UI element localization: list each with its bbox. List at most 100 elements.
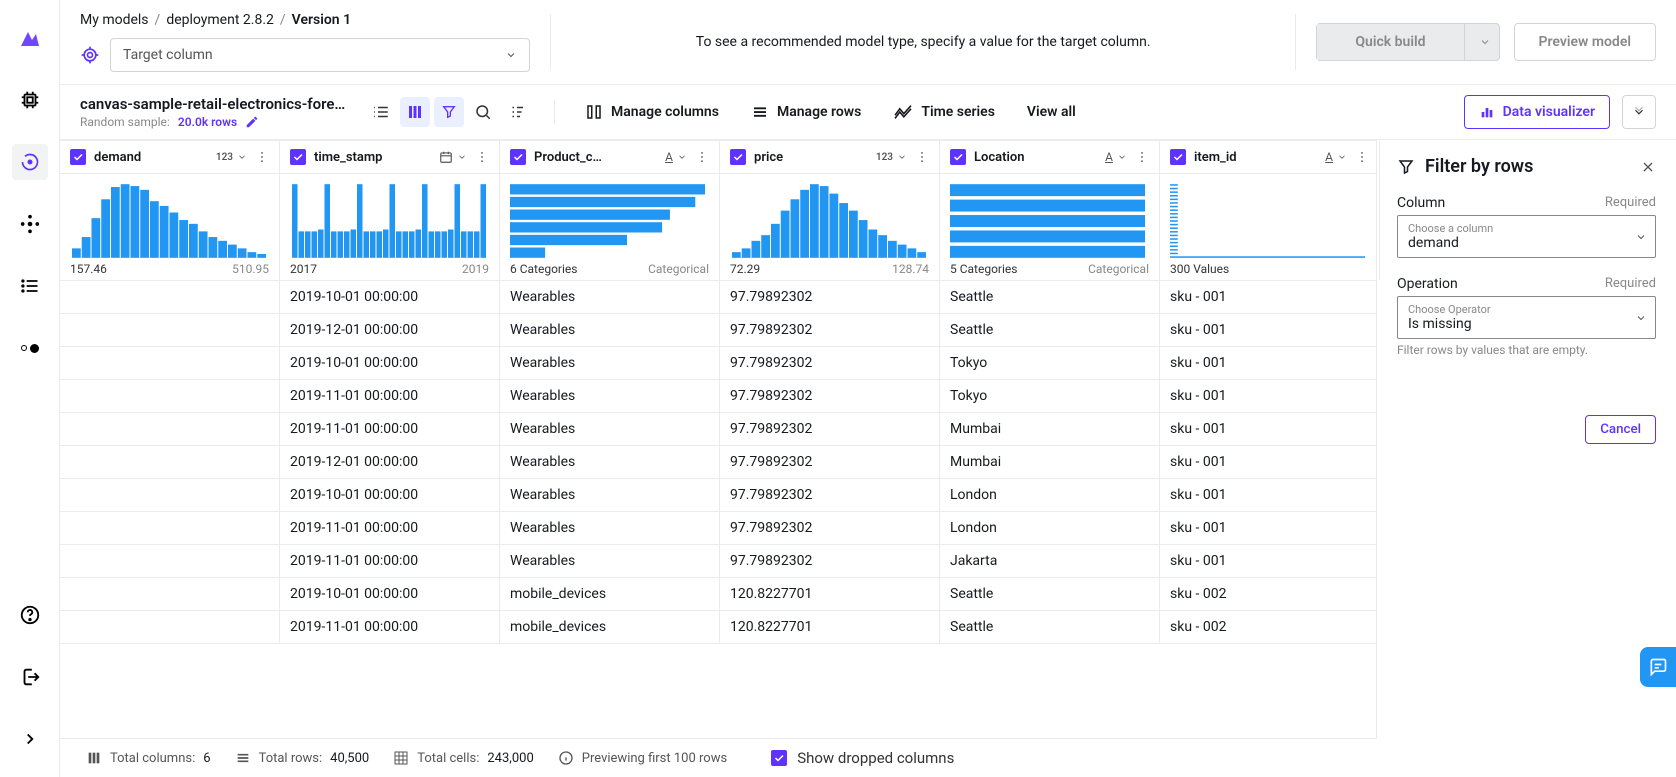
list-view-icon[interactable] bbox=[366, 97, 396, 127]
column-menu-icon[interactable] bbox=[475, 150, 489, 164]
logout-icon[interactable] bbox=[12, 659, 48, 695]
sort-icon[interactable] bbox=[502, 97, 532, 127]
help-icon[interactable] bbox=[12, 597, 48, 633]
edit-icon[interactable] bbox=[245, 115, 259, 129]
checkbox-checked-icon[interactable] bbox=[510, 149, 526, 165]
column-menu-icon[interactable] bbox=[255, 150, 269, 164]
manage-columns-button[interactable]: Manage columns bbox=[577, 99, 727, 125]
show-dropped-toggle[interactable]: Show dropped columns bbox=[771, 749, 954, 767]
column-type-icon[interactable]: A bbox=[1325, 150, 1347, 164]
table-cell: 2019-12-01 00:00:00 bbox=[280, 314, 500, 346]
close-icon[interactable] bbox=[1640, 159, 1656, 175]
table-row[interactable]: 2019-11-01 00:00:00Wearables97.79892302M… bbox=[60, 413, 1376, 446]
table-row[interactable]: 2019-12-01 00:00:00Wearables97.79892302M… bbox=[60, 446, 1376, 479]
view-all-label: View all bbox=[1027, 104, 1076, 120]
table-row[interactable]: 2019-10-01 00:00:00Wearables97.79892302T… bbox=[60, 347, 1376, 380]
search-icon[interactable] bbox=[468, 97, 498, 127]
column-type-icon[interactable]: A bbox=[1105, 150, 1127, 164]
dots-status-icon[interactable] bbox=[12, 330, 48, 366]
breadcrumb-item[interactable]: My models bbox=[80, 12, 149, 28]
checkbox-checked-icon[interactable] bbox=[290, 149, 306, 165]
table-row[interactable]: 2019-12-01 00:00:00Wearables97.79892302S… bbox=[60, 314, 1376, 347]
app-logo-icon[interactable] bbox=[12, 20, 48, 56]
required-label: Required bbox=[1605, 276, 1656, 292]
help-text: Filter rows by values that are empty. bbox=[1397, 343, 1656, 357]
data-visualizer-label: Data visualizer bbox=[1503, 104, 1595, 120]
column-chart: 6 CategoriesCategorical bbox=[500, 174, 720, 280]
column-menu-icon[interactable] bbox=[1355, 150, 1369, 164]
sample-rows[interactable]: 20.0k rows bbox=[178, 115, 237, 129]
network-icon[interactable] bbox=[12, 206, 48, 242]
table-cell bbox=[60, 611, 280, 643]
target-column-select[interactable]: Target column bbox=[110, 38, 530, 72]
breadcrumb-current: Version 1 bbox=[292, 12, 351, 28]
data-table: demand 123 time_stamp Product_c… A price… bbox=[60, 140, 1376, 739]
table-cell: 120.8227701 bbox=[720, 611, 940, 643]
refresh-icon[interactable] bbox=[12, 144, 48, 180]
table-row[interactable]: 2019-11-01 00:00:00mobile_devices120.822… bbox=[60, 611, 1376, 644]
checkbox-checked-icon[interactable] bbox=[730, 149, 746, 165]
table-row[interactable]: 2019-11-01 00:00:00Wearables97.79892302L… bbox=[60, 512, 1376, 545]
breadcrumb-item[interactable]: deployment 2.8.2 bbox=[166, 12, 274, 28]
table-cell: Tokyo bbox=[940, 347, 1160, 379]
main-content: My models / deployment 2.8.2 / Version 1… bbox=[60, 0, 1676, 777]
checkbox-checked-icon[interactable] bbox=[950, 149, 966, 165]
column-header[interactable]: demand 123 bbox=[60, 141, 279, 173]
quick-build-label: Quick build bbox=[1317, 24, 1464, 60]
column-header[interactable]: price 123 bbox=[720, 141, 939, 173]
table-row[interactable]: 2019-10-01 00:00:00Wearables97.79892302S… bbox=[60, 281, 1376, 314]
preview-model-button[interactable]: Preview model bbox=[1514, 23, 1656, 61]
chart-min: 157.46 bbox=[70, 262, 107, 276]
target-placeholder: Target column bbox=[123, 47, 213, 63]
table-cell bbox=[60, 578, 280, 610]
column-select[interactable]: Choose a column demand bbox=[1397, 215, 1656, 258]
table-cell: Seattle bbox=[940, 611, 1160, 643]
grid-icon bbox=[393, 750, 409, 766]
view-all-button[interactable]: View all bbox=[1019, 100, 1084, 124]
checkbox-checked-icon[interactable] bbox=[70, 149, 86, 165]
grid-view-icon[interactable] bbox=[400, 97, 430, 127]
table-cell: sku - 001 bbox=[1160, 479, 1376, 511]
column-menu-icon[interactable] bbox=[695, 150, 709, 164]
checkbox-checked-icon[interactable] bbox=[1170, 149, 1186, 165]
column-type-icon[interactable] bbox=[439, 150, 467, 164]
column-header[interactable]: time_stamp bbox=[280, 141, 499, 173]
table-row[interactable]: 2019-11-01 00:00:00Wearables97.79892302J… bbox=[60, 545, 1376, 578]
table-row[interactable]: 2019-10-01 00:00:00Wearables97.79892302L… bbox=[60, 479, 1376, 512]
rows-icon bbox=[751, 103, 769, 121]
column-menu-icon[interactable] bbox=[915, 150, 929, 164]
chat-fab-icon[interactable] bbox=[1640, 647, 1676, 687]
columns-icon bbox=[585, 103, 603, 121]
sample-label: Random sample: bbox=[80, 115, 170, 129]
manage-rows-button[interactable]: Manage rows bbox=[743, 99, 869, 125]
table-row[interactable]: 2019-10-01 00:00:00mobile_devices120.822… bbox=[60, 578, 1376, 611]
cancel-button[interactable]: Cancel bbox=[1585, 415, 1656, 444]
column-type-icon[interactable]: 123 bbox=[876, 152, 907, 163]
column-header[interactable]: Location A bbox=[940, 141, 1159, 173]
table-cell: 97.79892302 bbox=[720, 281, 940, 313]
table-cell: sku - 002 bbox=[1160, 578, 1376, 610]
table-row[interactable]: 2019-11-01 00:00:00Wearables97.79892302T… bbox=[60, 380, 1376, 413]
chart-min: 5 Categories bbox=[950, 262, 1017, 276]
column-name: Product_c… bbox=[534, 150, 657, 165]
column-menu-icon[interactable] bbox=[1135, 150, 1149, 164]
total-columns: Total columns:6 bbox=[86, 750, 211, 766]
breadcrumb-sep: / bbox=[155, 12, 161, 28]
column-header[interactable]: item_id A bbox=[1160, 141, 1379, 173]
show-dropped-label: Show dropped columns bbox=[797, 749, 954, 767]
data-visualizer-button[interactable]: Data visualizer bbox=[1464, 95, 1610, 129]
operation-select[interactable]: Choose Operator Is missing bbox=[1397, 296, 1656, 339]
total-cells: Total cells:243,000 bbox=[393, 750, 534, 766]
chip-icon[interactable] bbox=[12, 82, 48, 118]
expand-rail-icon[interactable] bbox=[12, 721, 48, 757]
filter-icon[interactable] bbox=[434, 97, 464, 127]
list-icon[interactable] bbox=[12, 268, 48, 304]
chart-min: 2017 bbox=[290, 262, 317, 276]
column-header[interactable]: Product_c… A bbox=[500, 141, 719, 173]
column-type-icon[interactable]: A bbox=[665, 150, 687, 164]
column-type-icon[interactable]: 123 bbox=[216, 152, 247, 163]
rows-icon bbox=[235, 750, 251, 766]
more-options-button[interactable] bbox=[1622, 95, 1656, 129]
table-cell: 120.8227701 bbox=[720, 578, 940, 610]
time-series-button[interactable]: Time series bbox=[885, 100, 1003, 124]
